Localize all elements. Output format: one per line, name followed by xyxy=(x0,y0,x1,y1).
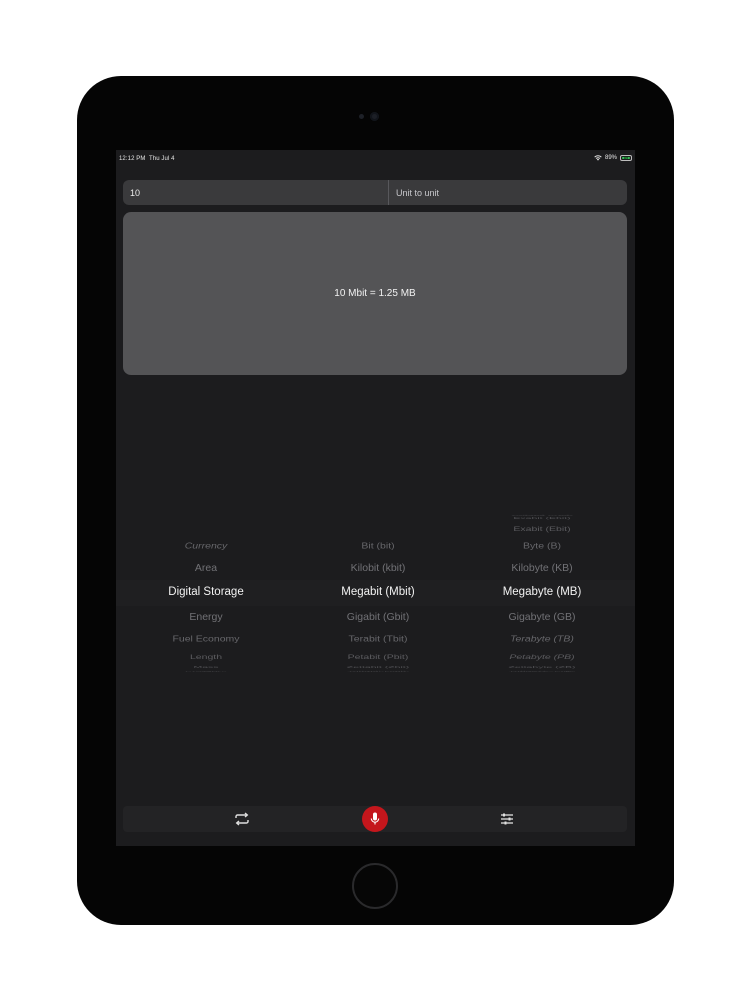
swap-arrows-icon xyxy=(235,812,249,826)
front-camera xyxy=(370,112,379,121)
bottom-toolbar xyxy=(123,806,627,832)
result-card: 10 Mbit = 1.25 MB xyxy=(123,212,627,375)
status-time: 12:12 PM xyxy=(119,156,146,162)
microphone-icon xyxy=(370,812,380,825)
status-bar: 12:12 PM Thu Jul 4 89% 89 xyxy=(116,150,635,168)
value-input[interactable] xyxy=(123,180,389,205)
to-unit-option[interactable]: Megabyte (MB) xyxy=(503,587,582,599)
from-unit-option[interactable]: Bit (bit) xyxy=(361,542,394,550)
status-time-date: 12:12 PM Thu Jul 4 xyxy=(119,156,175,162)
to-unit-option[interactable]: Gigabyte (GB) xyxy=(508,613,575,623)
to-unit-option[interactable]: Petabyte (PB) xyxy=(509,654,574,660)
ipad-device: 12:12 PM Thu Jul 4 89% 89 10 Unit to uni… xyxy=(77,76,674,925)
battery-icon-text: 89 xyxy=(623,155,629,160)
unit-query-input[interactable] xyxy=(389,180,627,205)
app-screen: 12:12 PM Thu Jul 4 89% 89 10 Unit to uni… xyxy=(116,150,635,846)
status-date: Thu Jul 4 xyxy=(149,156,175,162)
to-unit-option[interactable]: Byte (B) xyxy=(523,542,561,550)
from-unit-option[interactable]: Zettabit (Zbit) xyxy=(347,666,409,669)
category-option[interactable]: Area xyxy=(195,563,217,573)
to-unit-option[interactable]: Exabit (Ebit) xyxy=(513,526,570,532)
settings-button[interactable] xyxy=(492,806,522,832)
category-option[interactable]: Currency xyxy=(185,542,228,550)
status-indicators: 89% 89 xyxy=(594,155,632,161)
category-option[interactable]: Fuel Economy xyxy=(172,635,239,643)
battery-percent: 89% xyxy=(604,155,617,161)
from-unit-option[interactable]: Gigabit (Gbit) xyxy=(347,613,409,623)
category-option[interactable]: Energy xyxy=(189,613,222,623)
to-unit-option[interactable]: Zettabyte (ZB) xyxy=(508,666,575,669)
light-sensor xyxy=(359,114,364,119)
result-text: 10 Mbit = 1.25 MB xyxy=(334,288,416,299)
category-option[interactable]: Mass xyxy=(193,666,218,669)
sliders-icon xyxy=(501,813,513,825)
to-unit-option[interactable]: Terabyte (TB) xyxy=(510,635,574,643)
conversion-input-bar xyxy=(123,180,627,205)
from-unit-option[interactable]: Petabit (Pbit) xyxy=(348,654,409,660)
from-unit-option[interactable]: Kilobit (kibit) xyxy=(349,670,406,671)
swap-units-button[interactable] xyxy=(227,806,257,832)
to-unit-option[interactable]: Kilobyte (KB) xyxy=(511,563,572,573)
category-option[interactable]: Length xyxy=(190,654,222,660)
category-option[interactable]: Pressure xyxy=(185,670,227,671)
from-unit-option[interactable]: Terabit (Tbit) xyxy=(349,635,408,643)
voice-input-button[interactable] xyxy=(362,806,388,832)
from-unit-option[interactable]: Megabit (Mbit) xyxy=(341,587,415,599)
to-unit-option[interactable]: Exabit (Ebit) xyxy=(513,517,570,520)
wifi-icon xyxy=(594,155,602,161)
home-button[interactable] xyxy=(352,863,398,909)
battery-icon: 89 xyxy=(620,155,632,161)
category-option[interactable]: Digital Storage xyxy=(168,587,243,599)
to-unit-option[interactable]: Kibibyte (KiB) xyxy=(510,670,574,671)
from-unit-option[interactable]: Kilobit (kbit) xyxy=(351,563,406,573)
